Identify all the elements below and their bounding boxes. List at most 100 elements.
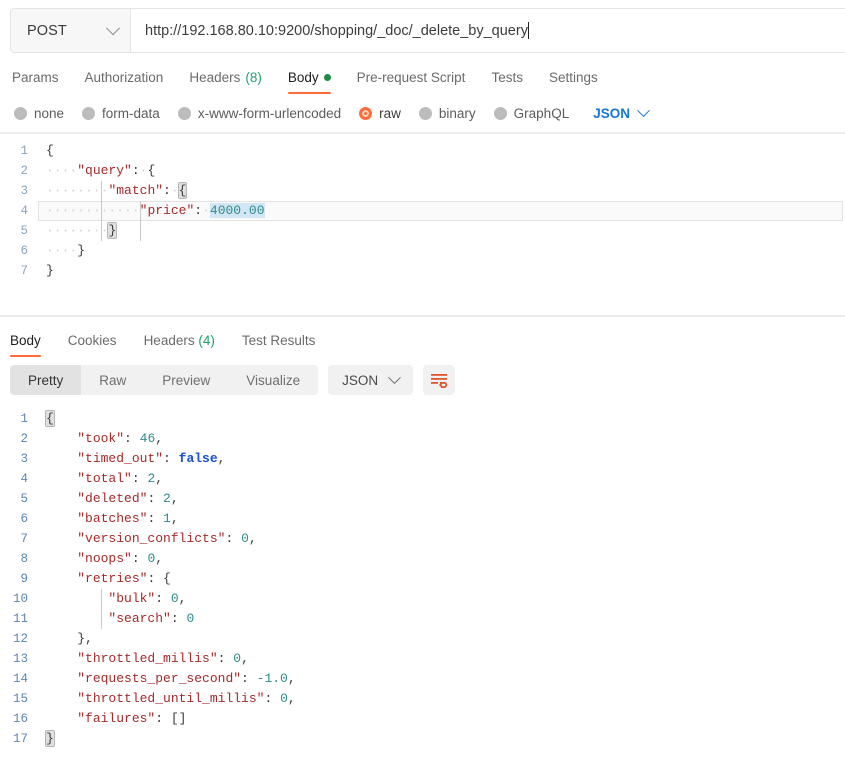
code-token: "noops": [77, 551, 132, 566]
wrap-lines-button[interactable]: [423, 365, 456, 395]
line-number: 15: [12, 692, 28, 706]
indent-guide: [101, 201, 102, 221]
code-text: "throttled_millis": 0,: [38, 649, 249, 669]
tab-tests[interactable]: Tests: [491, 70, 537, 94]
code-line: 1{: [0, 141, 845, 161]
response-format-dropdown[interactable]: JSON: [328, 365, 414, 395]
code-text: "throttled_until_millis": 0,: [38, 689, 296, 709]
code-token: "retries": [77, 571, 148, 586]
code-token: :: [217, 651, 234, 666]
radio-label: x-www-form-urlencoded: [197, 105, 342, 121]
line-number: 2: [20, 432, 28, 446]
indent-guide: [140, 201, 141, 221]
code-token: :: [147, 491, 164, 506]
code-token: ·: [170, 183, 179, 198]
http-method-dropdown[interactable]: POST: [11, 9, 131, 52]
code-token: 1: [163, 511, 171, 526]
tab-params[interactable]: Params: [12, 70, 73, 94]
response-tab-body[interactable]: Body: [10, 333, 41, 357]
tab-label: Params: [12, 70, 59, 85]
radio-icon: [82, 106, 96, 120]
tab-headers[interactable]: Headers (8): [189, 70, 276, 94]
code-token: :: [131, 471, 148, 486]
code-text: ············"price":·4000.00: [38, 201, 265, 221]
code-text: {: [38, 409, 55, 429]
code-line: 8 "noops": 0,: [0, 549, 845, 569]
code-token: []: [170, 711, 187, 726]
code-line: 6 "batches": 1,: [0, 509, 845, 529]
line-number: 8: [20, 552, 28, 566]
body-type-raw[interactable]: raw: [359, 106, 401, 121]
view-mode-visualize[interactable]: Visualize: [228, 365, 318, 395]
code-token: ,: [155, 471, 164, 486]
line-number: 17: [12, 732, 28, 746]
code-token: }: [45, 730, 55, 747]
code-token: 0: [186, 611, 195, 626]
code-token: },: [77, 631, 93, 646]
code-token: ,: [217, 451, 226, 466]
code-token: ,: [170, 491, 179, 506]
view-mode-preview[interactable]: Preview: [144, 365, 228, 395]
code-token: :: [163, 451, 179, 466]
code-token: ,: [287, 691, 296, 706]
radio-label: form-data: [102, 105, 160, 121]
line-number: 5: [20, 492, 28, 506]
code-token: ····: [108, 203, 140, 218]
response-tab-headers[interactable]: Headers (4): [144, 333, 215, 357]
line-number: 16: [12, 712, 28, 726]
tab-label: Settings: [548, 70, 598, 85]
indent-guide: [101, 221, 102, 241]
code-token: false: [178, 451, 218, 466]
code-token: :: [131, 163, 140, 178]
body-type-graphql[interactable]: GraphQL: [493, 105, 570, 121]
raw-format-dropdown[interactable]: JSON: [593, 103, 650, 121]
body-type-binary[interactable]: binary: [418, 105, 476, 121]
indent-guide: [140, 221, 141, 241]
response-tabs: Body Cookies Headers (4) Test Results: [0, 323, 845, 357]
text-cursor: [527, 22, 529, 39]
radio-label: GraphQL: [513, 105, 570, 121]
code-token: ····: [46, 203, 78, 218]
code-text: "timed_out": false,: [38, 449, 225, 469]
code-token: 46: [139, 431, 156, 446]
response-body-viewer[interactable]: 1{2 "took": 46, 3 "timed_out": false, 4 "t…: [0, 403, 845, 749]
code-token: :: [155, 711, 171, 726]
radio-label: binary: [438, 105, 476, 121]
code-token: }: [107, 222, 118, 239]
code-token: :: [225, 531, 242, 546]
code-text: }: [38, 729, 55, 749]
body-type-x-www-form-urlencoded[interactable]: x-www-form-urlencoded: [177, 105, 342, 121]
code-token: "search": [108, 611, 171, 626]
tab-body[interactable]: Body: [287, 70, 345, 94]
view-mode-raw[interactable]: Raw: [81, 365, 144, 395]
code-text: }: [38, 261, 54, 281]
tab-settings[interactable]: Settings: [549, 70, 612, 94]
line-number: 4: [20, 472, 28, 486]
tab-authorization[interactable]: Authorization: [85, 70, 178, 94]
tab-label: Test Results: [241, 333, 316, 348]
code-token: "throttled_until_millis": [77, 691, 265, 706]
response-headers-count-badge: (4): [198, 333, 215, 348]
response-format-label: JSON: [342, 372, 379, 388]
code-text: "deleted": 2,: [38, 489, 179, 509]
code-token: ····: [46, 223, 78, 238]
tab-pre-request-script[interactable]: Pre-request Script: [357, 70, 480, 94]
code-token: :: [124, 431, 140, 446]
body-type-form-data[interactable]: form-data: [82, 106, 160, 121]
code-token: ,: [241, 651, 249, 666]
request-body-editor[interactable]: 1{2 ····"query":·{3 ········"match":·{4 ···…: [0, 133, 845, 316]
code-token: "requests_per_second": [77, 671, 242, 686]
url-input[interactable]: http://192.168.80.10:9200/shopping/_doc/…: [131, 9, 845, 52]
response-tab-cookies[interactable]: Cookies: [68, 333, 117, 357]
body-type-selector: none form-data x-www-form-urlencoded raw…: [0, 94, 845, 132]
body-type-none[interactable]: none: [14, 106, 64, 121]
code-token: "batches": [77, 511, 148, 526]
raw-format-label: JSON: [593, 105, 630, 121]
response-tab-test-results[interactable]: Test Results: [242, 333, 316, 357]
view-mode-pretty[interactable]: Pretty: [10, 365, 82, 395]
